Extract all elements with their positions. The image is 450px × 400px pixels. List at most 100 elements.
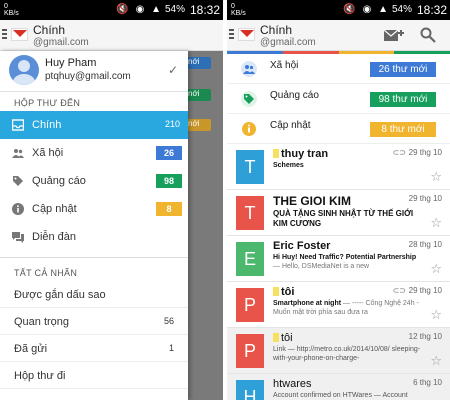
mail-sender: htwares	[273, 378, 312, 390]
mail-snippet: Link — http://metro.co.uk/2014/10/08/ sl…	[273, 346, 421, 362]
profile-header[interactable]: Huy Pham ptqhuy@gmail.com ✓	[0, 51, 188, 92]
new-mail-badge: 26 thư mới	[370, 62, 436, 77]
sender-avatar: E	[236, 242, 264, 276]
attachment-icon: ⊂⊃	[392, 148, 406, 157]
forum-icon	[12, 232, 24, 243]
status-bar: 0 KB/s 🔇 ◉ ▲ 54% 18:32	[0, 0, 223, 20]
profile-email: ptqhuy@gmail.com	[45, 71, 131, 82]
star-icon[interactable]: ☆	[430, 353, 442, 369]
avatar	[9, 55, 39, 85]
drawer-item-primary[interactable]: Chính 210	[0, 111, 188, 139]
category-label: Quảng cáo	[270, 90, 319, 101]
drawer-item-label: Diễn đàn	[32, 231, 77, 243]
drawer-item-social[interactable]: Xã hội 26	[0, 139, 188, 167]
info-icon	[242, 122, 256, 136]
mail-sender: tôi	[273, 286, 294, 298]
mail-date: 6 thg 10	[413, 378, 442, 387]
account-label: Chính	[260, 23, 293, 37]
clock: 18:32	[189, 3, 220, 17]
mail-row[interactable]: P tôi 12 thg 10 Link — http://metro.co.u…	[227, 328, 450, 374]
check-icon[interactable]: ✓	[168, 63, 178, 77]
mail-sender: thuy tran	[273, 148, 328, 160]
network-speed: 0 KB/s	[231, 3, 246, 17]
divider	[0, 257, 188, 258]
mail-row[interactable]: H htwares 6 thg 10 Account confirmed on …	[227, 374, 450, 400]
attachment-icon: ⊂⊃	[392, 286, 406, 295]
new-mail-badge: 8 thư mới	[370, 122, 436, 137]
important-marker-icon	[273, 333, 279, 342]
menu-icon[interactable]	[2, 29, 7, 41]
battery-level: 54%	[164, 4, 185, 15]
people-icon	[241, 61, 257, 77]
drawer-item-sent[interactable]: Đã gửi 1	[0, 335, 188, 362]
drawer-item-outbox[interactable]: Hộp thư đi	[0, 362, 188, 389]
mail-subject: QUÀ TẶNG SINH NHẬT TỪ THẾ GIỚI KIM CƯƠNG	[273, 209, 414, 228]
profile-name: Huy Pham	[45, 57, 97, 69]
navigation-drawer: Huy Pham ptqhuy@gmail.com ✓ HỘP THƯ ĐẾN …	[0, 51, 188, 400]
left-screen: 0 KB/s 🔇 ◉ ▲ 54% 18:32 Chính @gmail.com …	[0, 0, 223, 400]
sender-avatar: P	[236, 288, 264, 322]
star-icon[interactable]: ☆	[430, 169, 442, 185]
drawer-item-important[interactable]: Quan trọng 56	[0, 308, 188, 335]
inbox-behind-drawer: nới nới nới	[186, 51, 223, 400]
star-icon[interactable]: ☆	[430, 307, 442, 323]
mail-subject: Schemes	[273, 162, 304, 169]
mail-row[interactable]: T thuy tran ⊂⊃ 29 thg 10 Schemes ☆	[227, 144, 450, 190]
mail-row[interactable]: T THE GIOI KIM 29 thg 10 QUÀ TẶNG SINH N…	[227, 190, 450, 236]
sender-avatar: T	[236, 150, 264, 184]
gmail-logo-icon[interactable]	[11, 28, 28, 41]
sender-avatar: P	[236, 334, 264, 368]
section-all-labels-heading: TẤT CẢ NHÃN	[14, 268, 78, 278]
tag-icon	[13, 176, 23, 186]
drawer-item-promotions[interactable]: Quảng cáo 98	[0, 167, 188, 195]
category-label: Xã hội	[270, 60, 299, 71]
drawer-item-count: 210	[164, 119, 180, 129]
star-icon[interactable]: ☆	[430, 261, 442, 277]
mail-date: 28 thg 10	[408, 240, 442, 249]
category-updates[interactable]: Cập nhật 8 thư mới	[227, 114, 450, 144]
drawer-item-label: Chính	[32, 119, 62, 131]
status-bar: 0 KB/s 🔇 ◉ ▲ 54% 18:32	[227, 0, 450, 20]
sender-avatar: T	[236, 196, 264, 230]
drawer-item-starred[interactable]: Được gắn dấu sao	[0, 281, 188, 308]
right-screen: 0 KB/s 🔇 ◉ ▲ 54% 18:32 Chính @gmail.com …	[227, 0, 450, 400]
app-bar: Chính @gmail.com	[227, 20, 450, 51]
search-icon[interactable]	[420, 27, 436, 43]
mail-row[interactable]: E Eric Foster 28 thg 10 Hi Huy! Need Tra…	[227, 236, 450, 282]
drawer-item-forums[interactable]: Diễn đàn	[0, 223, 188, 251]
category-promotions[interactable]: Quảng cáo 98 thư mới	[227, 84, 450, 114]
drawer-item-label: Quan trọng	[14, 316, 70, 328]
drawer-item-label: Xã hội	[32, 147, 64, 159]
star-icon[interactable]: ☆	[430, 215, 442, 231]
info-icon	[12, 203, 24, 215]
mail-sender: Eric Foster	[273, 240, 331, 252]
drawer-item-count: 1	[168, 343, 174, 353]
drawer-item-label: Được gắn dấu sao	[14, 289, 106, 301]
clock: 18:32	[416, 3, 447, 17]
status-icons: 🔇 ◉ ▲	[343, 4, 390, 15]
status-icons: 🔇 ◉ ▲	[116, 4, 163, 15]
mail-sender: tôi	[273, 332, 293, 344]
compose-icon[interactable]	[384, 28, 404, 43]
mail-subject: Hi Huy! Need Traffic? Potential Partners…	[273, 254, 417, 270]
mail-row[interactable]: P tôi ⊂⊃ 29 thg 10 Smartphone at night —…	[227, 282, 450, 328]
category-label: Cập nhật	[270, 120, 311, 131]
account-email: @gmail.com	[33, 37, 89, 48]
drawer-item-label: Cập nhật	[32, 203, 77, 215]
mail-date: 12 thg 10	[408, 332, 442, 341]
drawer-item-label: Quảng cáo	[32, 175, 86, 187]
behind-badge: nới	[186, 57, 211, 69]
drawer-item-updates[interactable]: Cập nhật 8	[0, 195, 188, 223]
account-label: Chính	[33, 23, 66, 37]
gmail-logo-icon[interactable]	[238, 28, 255, 41]
behind-badge: nới	[186, 89, 211, 101]
behind-badge: nới	[186, 119, 211, 131]
new-mail-badge: 98 thư mới	[370, 92, 436, 107]
menu-icon[interactable]	[229, 29, 234, 41]
category-social[interactable]: Xã hội 26 thư mới	[227, 54, 450, 84]
unread-badge: 8	[156, 202, 182, 216]
inbox-icon	[12, 119, 24, 131]
people-icon	[12, 149, 24, 158]
drawer-item-count: 56	[163, 316, 174, 326]
account-email: @gmail.com	[260, 37, 316, 48]
